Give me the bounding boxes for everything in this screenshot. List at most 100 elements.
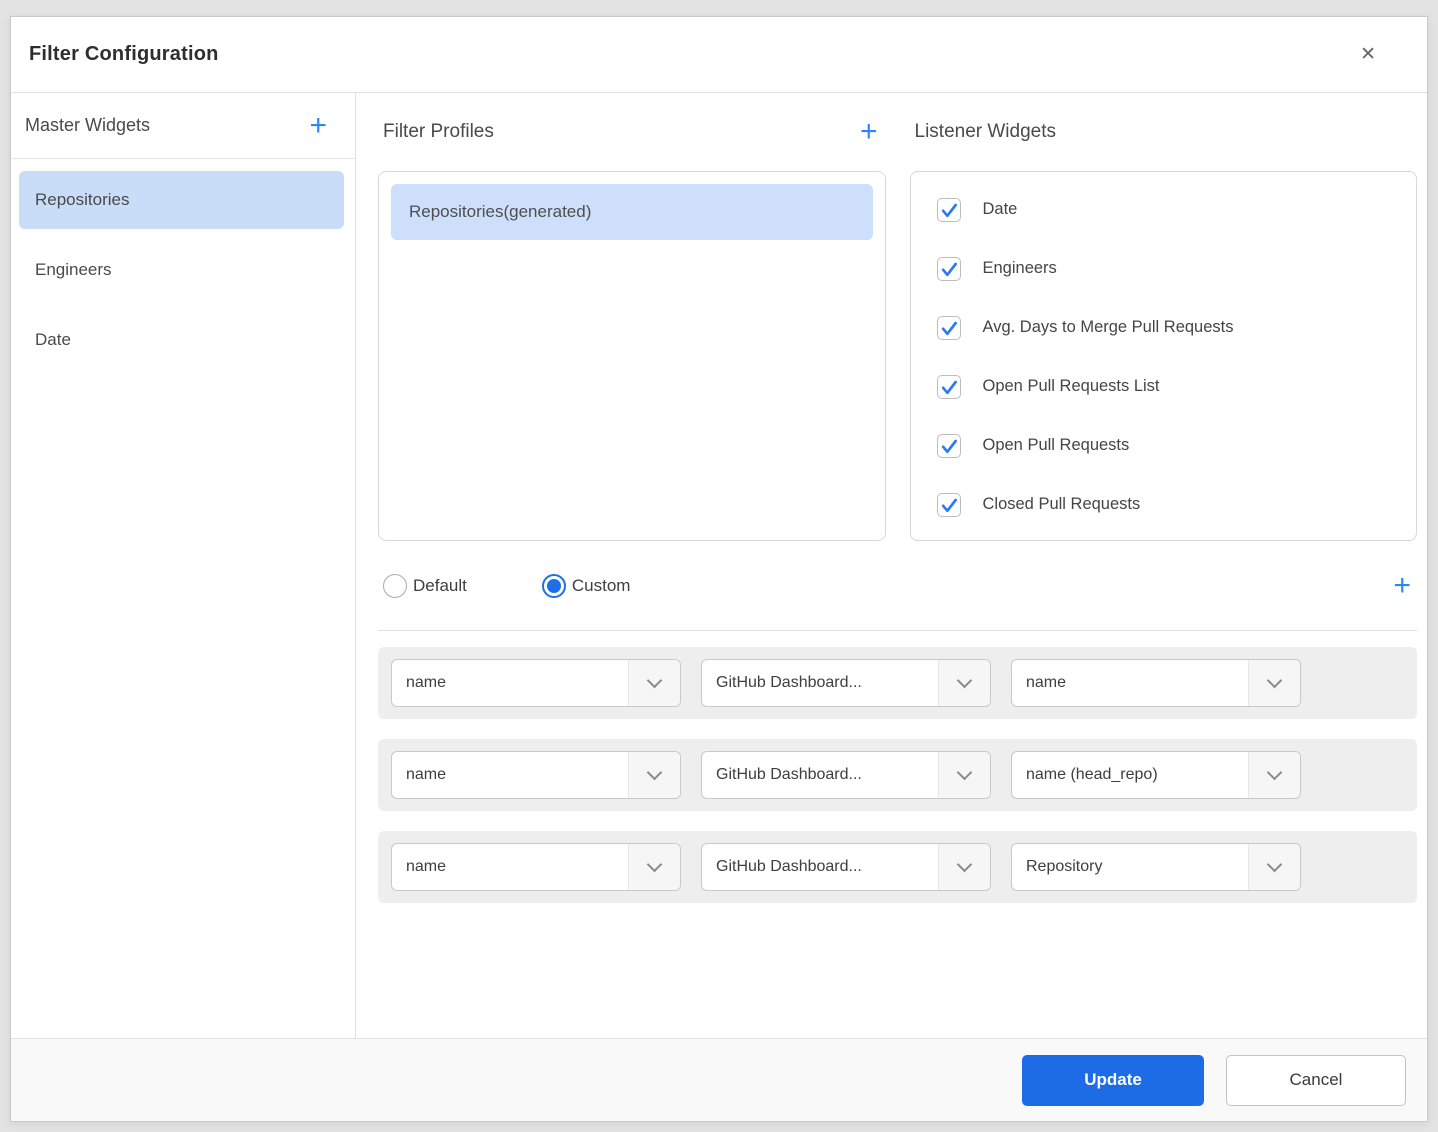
chevron-down-icon (957, 673, 973, 689)
dropdown-value: name (392, 674, 628, 692)
listener-row: Date (937, 180, 1405, 239)
listener-label: Closed Pull Requests (983, 495, 1141, 514)
listener-row: Closed Pull Requests (937, 475, 1405, 534)
listener-field-dropdown[interactable]: name (1011, 659, 1301, 707)
widget-field-dropdown[interactable]: name (391, 659, 681, 707)
checkbox-open-pull-requests-list[interactable] (937, 375, 961, 399)
page-title: Filter Configuration (29, 43, 219, 66)
dashboard-dropdown[interactable]: GitHub Dashboard... (701, 751, 991, 799)
radio-custom-label: Custom (572, 576, 631, 596)
listener-field-dropdown[interactable]: Repository (1011, 843, 1301, 891)
checkbox-date[interactable] (937, 198, 961, 222)
dropdown-button (628, 660, 680, 706)
dropdown-value: name (392, 766, 628, 784)
add-mapping-icon[interactable]: + (1393, 571, 1411, 601)
filter-configuration-dialog: Filter Configuration ✕ Master Widgets + … (10, 16, 1428, 1122)
filter-profiles-listbox: Repositories(generated) (378, 171, 886, 541)
dialog-body: Master Widgets + Repositories Engineers … (11, 93, 1427, 1038)
check-icon (939, 436, 959, 456)
listener-row: Open Pull Requests List (937, 357, 1405, 416)
dropdown-button (1248, 660, 1300, 706)
dropdown-button (628, 844, 680, 890)
dropdown-value: name (head_repo) (1012, 766, 1248, 784)
dashboard-dropdown[interactable]: GitHub Dashboard... (701, 843, 991, 891)
listener-row: Avg. Days to Merge Pull Requests (937, 298, 1405, 357)
listener-row: Open Pull Requests (937, 416, 1405, 475)
radio-dot (388, 579, 402, 593)
checkbox-closed-pull-requests[interactable] (937, 493, 961, 517)
listener-label: Date (983, 200, 1018, 219)
main-content: Filter Profiles + Repositories(generated… (356, 93, 1427, 1038)
radio-dot (547, 579, 561, 593)
check-icon (939, 259, 959, 279)
dashboard-dropdown[interactable]: GitHub Dashboard... (701, 659, 991, 707)
chevron-down-icon (647, 673, 663, 689)
sidebar-item-label: Date (35, 330, 71, 350)
listener-widgets-header: Listener Widgets (910, 93, 1418, 171)
check-icon (939, 495, 959, 515)
widget-field-dropdown[interactable]: name (391, 751, 681, 799)
chevron-down-icon (1267, 857, 1283, 873)
chevron-down-icon (957, 765, 973, 781)
dropdown-value: Repository (1012, 858, 1248, 876)
master-widgets-header: Master Widgets + (11, 93, 355, 159)
chevron-down-icon (647, 857, 663, 873)
chevron-down-icon (647, 765, 663, 781)
dropdown-value: name (1012, 674, 1248, 692)
master-widgets-panel: Master Widgets + Repositories Engineers … (11, 93, 356, 1038)
chevron-down-icon (1267, 673, 1283, 689)
profile-mode-row: Default Custom + (378, 541, 1417, 631)
sidebar-item-repositories[interactable]: Repositories (19, 171, 344, 229)
cancel-button[interactable]: Cancel (1226, 1055, 1406, 1106)
filter-profiles-section: Filter Profiles + Repositories(generated… (378, 93, 886, 541)
check-icon (939, 377, 959, 397)
dropdown-button (938, 844, 990, 890)
filter-profile-item[interactable]: Repositories(generated) (391, 184, 873, 240)
add-master-widget-icon[interactable]: + (309, 111, 327, 141)
master-widgets-list: Repositories Engineers Date (11, 159, 355, 369)
radio-icon (383, 574, 407, 598)
checkbox-avg-days-to-merge[interactable] (937, 316, 961, 340)
dropdown-button (1248, 752, 1300, 798)
listener-label: Open Pull Requests List (983, 377, 1160, 396)
dropdown-value: GitHub Dashboard... (702, 674, 938, 692)
dropdown-value: GitHub Dashboard... (702, 766, 938, 784)
check-icon (939, 318, 959, 338)
add-filter-profile-icon[interactable]: + (860, 117, 878, 147)
dropdown-value: name (392, 858, 628, 876)
dropdown-button (1248, 844, 1300, 890)
widget-field-dropdown[interactable]: name (391, 843, 681, 891)
dialog-footer: Update Cancel (11, 1038, 1427, 1121)
radio-custom[interactable]: Custom (542, 574, 631, 598)
dropdown-value: GitHub Dashboard... (702, 858, 938, 876)
checkbox-open-pull-requests[interactable] (937, 434, 961, 458)
checkbox-engineers[interactable] (937, 257, 961, 281)
check-icon (939, 200, 959, 220)
sidebar-item-engineers[interactable]: Engineers (19, 241, 344, 299)
listener-row: Engineers (937, 239, 1405, 298)
listener-label: Avg. Days to Merge Pull Requests (983, 318, 1234, 337)
dropdown-button (938, 752, 990, 798)
mapping-row: name GitHub Dashboard... name (head_repo… (378, 739, 1417, 811)
sidebar-item-label: Repositories (35, 190, 130, 210)
dropdown-button (938, 660, 990, 706)
radio-default[interactable]: Default (383, 574, 467, 598)
chevron-down-icon (957, 857, 973, 873)
listener-widgets-title: Listener Widgets (915, 121, 1057, 143)
sidebar-item-date[interactable]: Date (19, 311, 344, 369)
filter-profiles-title: Filter Profiles (383, 121, 494, 143)
filter-profiles-header: Filter Profiles + (378, 93, 886, 171)
mapping-row: name GitHub Dashboard... name (378, 647, 1417, 719)
master-widgets-title: Master Widgets (25, 115, 150, 136)
radio-default-label: Default (413, 576, 467, 596)
update-button[interactable]: Update (1022, 1055, 1204, 1106)
listener-label: Open Pull Requests (983, 436, 1130, 455)
listener-field-dropdown[interactable]: name (head_repo) (1011, 751, 1301, 799)
filter-profile-label: Repositories(generated) (409, 202, 591, 222)
close-icon[interactable]: ✕ (1354, 39, 1382, 70)
field-mappings: name GitHub Dashboard... name name (378, 631, 1417, 923)
dialog-header: Filter Configuration ✕ (11, 17, 1427, 93)
listener-widgets-section: Listener Widgets Date (910, 93, 1418, 541)
chevron-down-icon (1267, 765, 1283, 781)
sidebar-item-label: Engineers (35, 260, 112, 280)
